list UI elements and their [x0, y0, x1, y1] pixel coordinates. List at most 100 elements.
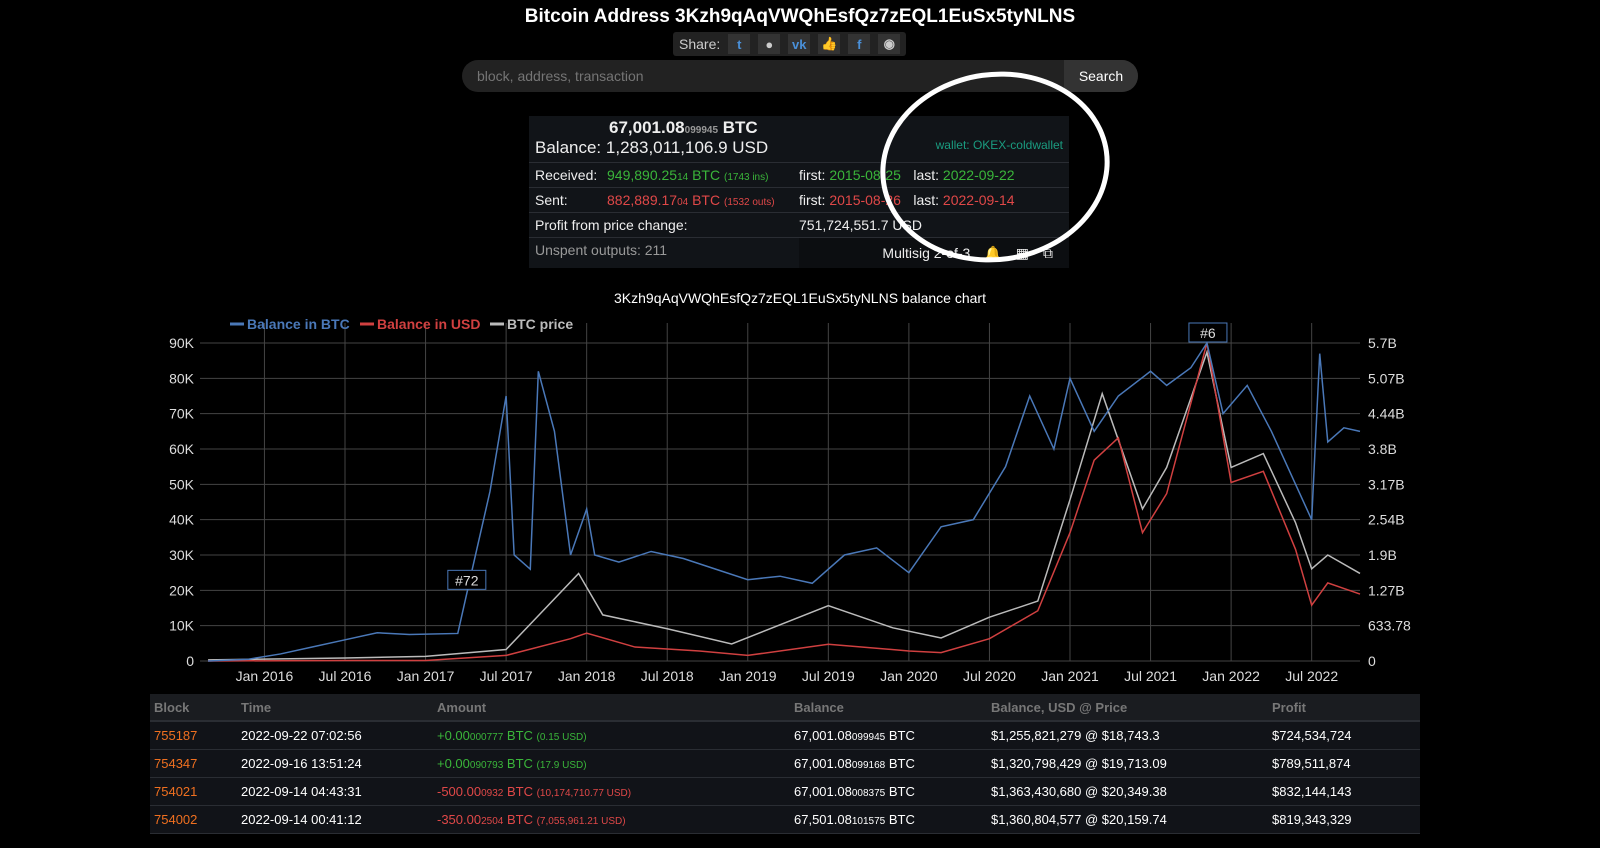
transactions-table-wrapper: Block Time Amount Balance Balance, USD @…	[150, 694, 1420, 834]
tx-profit: $819,343,329	[1268, 805, 1420, 834]
profit-label: Profit from price change:	[535, 217, 688, 233]
x-tick: Jul 2018	[641, 668, 694, 684]
x-tick: Jul 2021	[1124, 668, 1177, 684]
x-tick: Jan 2019	[719, 668, 777, 684]
table-row: 754002 2022-09-14 00:41:12 -350.002504 B…	[150, 805, 1420, 834]
y-right-tick: 0	[1368, 653, 1376, 669]
search-button[interactable]: Search	[1064, 60, 1138, 92]
y-left-tick: 90K	[169, 335, 195, 351]
facebook-icon[interactable]: f	[848, 34, 871, 54]
col-amount[interactable]: Amount	[433, 694, 790, 722]
sent-label: Sent:	[535, 192, 568, 208]
tx-balance-usd: $1,360,804,577 @ $20,159.74	[987, 805, 1268, 834]
weibo-icon[interactable]: ◉	[878, 34, 901, 54]
y-right-tick: 3.17B	[1368, 476, 1405, 492]
legend-item: Balance in BTC	[247, 316, 350, 332]
y-left-tick: 50K	[169, 476, 195, 492]
col-profit[interactable]: Profit	[1268, 694, 1420, 722]
twitter-icon[interactable]: t	[728, 34, 751, 54]
x-tick: Jul 2016	[319, 668, 372, 684]
x-tick: Jan 2020	[880, 668, 938, 684]
y-left-tick: 10K	[169, 618, 195, 634]
y-left-tick: 30K	[169, 547, 195, 563]
unspent-outputs[interactable]: Unspent outputs: 211	[529, 238, 799, 258]
x-tick: Jan 2021	[1041, 668, 1099, 684]
y-right-tick: 1.27B	[1368, 582, 1405, 598]
y-left-tick: 60K	[169, 441, 195, 457]
annotation-label: #6	[1200, 325, 1216, 341]
col-balance-usd[interactable]: Balance, USD @ Price	[987, 694, 1268, 722]
balance-btc-small: 099945	[684, 125, 719, 136]
balance-chart: 0 0 10K 633.78 20K 1.27B 30K 1.9B 40K 2.54B 50K 3.1…	[169, 316, 1411, 684]
y-right-tick: 4.44B	[1368, 406, 1405, 422]
block-link[interactable]: 754002	[150, 805, 237, 834]
x-tick: Jul 2020	[963, 668, 1016, 684]
received-label: Received:	[535, 167, 598, 183]
received-first-label: first:	[799, 167, 826, 183]
tx-time[interactable]: 2022-09-22 07:02:56	[237, 721, 433, 750]
y-right-tick: 5.7B	[1368, 335, 1397, 351]
transactions-table: Block Time Amount Balance Balance, USD @…	[150, 694, 1420, 834]
balance-btc: 67,001.08	[609, 118, 685, 137]
tx-balance-usd: $1,255,821,279 @ $18,743.3	[987, 721, 1268, 750]
tx-balance: 67,001.08099945 BTC	[790, 721, 987, 750]
usd-series	[208, 342, 1361, 662]
reddit-icon[interactable]: ●	[758, 34, 781, 54]
y-right-tick: 2.54B	[1368, 512, 1405, 528]
y-right-tick: 3.8B	[1368, 441, 1397, 457]
block-link[interactable]: 754021	[150, 777, 237, 806]
y-right-tick: 633.78	[1368, 618, 1411, 634]
block-link[interactable]: 755187	[150, 721, 237, 750]
annotation-label: #72	[455, 572, 479, 588]
tx-profit: $789,511,874	[1268, 749, 1420, 778]
tx-amount: -500.000932 BTC (10,174,710.77 USD)	[433, 777, 790, 806]
y-right-tick: 1.9B	[1368, 547, 1397, 563]
x-tick: Jul 2017	[480, 668, 533, 684]
tx-balance: 67,001.08099168 BTC	[790, 749, 987, 778]
x-tick: Jan 2017	[397, 668, 455, 684]
sent-first-label: first:	[799, 192, 826, 208]
like-icon[interactable]: 👍	[818, 34, 841, 54]
x-tick: Jan 2022	[1202, 668, 1260, 684]
price-series	[208, 349, 1361, 661]
x-tick: Jan 2018	[558, 668, 616, 684]
tx-time[interactable]: 2022-09-14 04:43:31	[237, 777, 433, 806]
share-bar: Share: t ● vk 👍 f ◉	[673, 32, 907, 56]
table-row: 754021 2022-09-14 04:43:31 -500.000932 B…	[150, 777, 1420, 806]
tx-amount: -350.002504 BTC (7,055,961.21 USD)	[433, 805, 790, 834]
btc-series	[208, 341, 1361, 662]
page-title: Bitcoin Address 3Kzh9qAqVWQhEsfQz7zEQL1E…	[524, 6, 1076, 27]
tx-profit: $832,144,143	[1268, 777, 1420, 806]
tx-profit: $724,534,724	[1268, 721, 1420, 750]
tx-balance: 67,001.08008375 BTC	[790, 777, 987, 806]
tx-time[interactable]: 2022-09-16 13:51:24	[237, 749, 433, 778]
received-amount: 949,890.2514 BTC (1743 ins)	[607, 167, 769, 183]
table-row: 755187 2022-09-22 07:02:56 +0.00000777 B…	[150, 721, 1420, 750]
y-left-tick: 80K	[169, 370, 195, 386]
balance-label: Balance:	[535, 138, 602, 157]
y-left-tick: 70K	[169, 406, 195, 422]
legend-item: Balance in USD	[377, 316, 480, 332]
balance-unit: BTC	[722, 118, 758, 137]
x-tick: Jul 2022	[1285, 668, 1338, 684]
tx-time[interactable]: 2022-09-14 00:41:12	[237, 805, 433, 834]
legend-item: BTC price	[507, 316, 573, 332]
col-time[interactable]: Time	[237, 694, 433, 722]
col-block[interactable]: Block	[150, 694, 237, 722]
chart-title: 3Kzh9qAqVWQhEsfQz7zEQL1EuSx5tyNLNS balan…	[614, 290, 986, 306]
vk-icon[interactable]: vk	[788, 34, 811, 54]
y-left-tick: 40K	[169, 512, 195, 528]
x-tick: Jul 2019	[802, 668, 855, 684]
balance-usd: 1,283,011,106.9 USD	[605, 138, 769, 157]
table-row: 754347 2022-09-16 13:51:24 +0.00090793 B…	[150, 749, 1420, 778]
x-tick: Jan 2016	[236, 668, 294, 684]
block-link[interactable]: 754347	[150, 749, 237, 778]
sent-amount: 882,889.1704 BTC (1532 outs)	[607, 192, 775, 208]
tx-balance-usd: $1,363,430,680 @ $20,349.38	[987, 777, 1268, 806]
y-left-tick: 0	[186, 653, 194, 669]
tx-amount: +0.00000777 BTC (0.15 USD)	[433, 721, 790, 750]
col-balance[interactable]: Balance	[790, 694, 987, 722]
y-right-tick: 5.07B	[1368, 370, 1405, 386]
tx-balance: 67,501.08101575 BTC	[790, 805, 987, 834]
tx-amount: +0.00090793 BTC (17.9 USD)	[433, 749, 790, 778]
